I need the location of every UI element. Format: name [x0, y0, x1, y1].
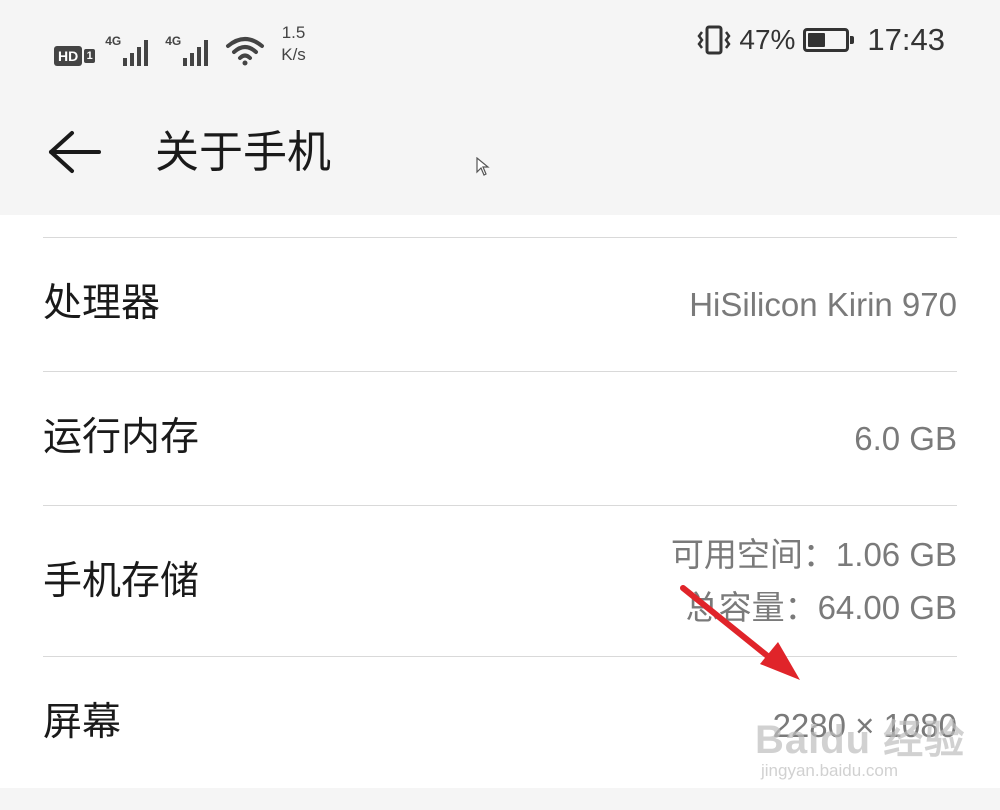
row-value-total: 总容量：64.00 GB	[685, 589, 957, 626]
speed-unit: K/s	[281, 45, 306, 64]
signal-bar	[130, 53, 135, 66]
row-label: 屏幕	[43, 700, 122, 745]
row-storage[interactable]: 手机存储 可用空间：1.06 GB 总容量：64.00 GB	[43, 506, 957, 656]
app-bar: 关于手机	[0, 85, 1000, 215]
signal-bar	[137, 47, 142, 66]
row-value: 6.0 GB	[854, 420, 957, 457]
row-ram[interactable]: 运行内存 6.0 GB	[43, 372, 957, 505]
watermark-url: jingyan.baidu.com	[761, 761, 899, 780]
hd-voice-icon: HD 1	[54, 46, 96, 66]
signal-bar	[183, 58, 188, 66]
back-button[interactable]	[44, 127, 104, 177]
wifi-icon	[226, 37, 265, 66]
row-label: 手机存储	[43, 559, 200, 604]
watermark: Baidu 经验 jingyan.baidu.com	[755, 720, 965, 782]
network-type-2: 4G	[165, 34, 182, 48]
speed-value: 1.5	[281, 23, 306, 42]
hd-sim-number: 1	[84, 49, 96, 63]
mouse-cursor-icon	[476, 157, 490, 176]
network-speed: 1.5 K/s	[281, 22, 306, 66]
row-processor[interactable]: 处理器 HiSilicon Kirin 970	[43, 238, 957, 371]
signal-bar	[123, 58, 128, 66]
status-left: HD 1 4G 4G 1.5 K/s	[54, 22, 306, 66]
row-label: 运行内存	[43, 415, 200, 460]
signal-icon: 4G	[105, 34, 155, 66]
watermark-brand: Baidu 经验	[755, 718, 966, 762]
status-right: 47% 17:43	[697, 22, 945, 58]
signal-bar	[197, 47, 202, 66]
signal-bar	[190, 53, 195, 66]
signal-bar	[144, 40, 149, 66]
network-type-1: 4G	[105, 34, 122, 48]
signal-bar	[204, 40, 209, 66]
vibrate-icon	[697, 25, 731, 55]
back-arrow-icon	[49, 131, 101, 173]
battery-fill	[808, 33, 826, 47]
battery-icon	[803, 28, 855, 52]
battery-percent: 47%	[739, 24, 796, 55]
status-time: 17:43	[867, 22, 945, 57]
row-label: 处理器	[43, 281, 161, 326]
page-title: 关于手机	[155, 127, 331, 178]
signal-icon: 4G	[165, 34, 215, 66]
about-phone-list: 处理器 HiSilicon Kirin 970 运行内存 6.0 GB 手机存储…	[0, 215, 1000, 788]
hd-label: HD	[54, 46, 83, 66]
status-bar: HD 1 4G 4G 1.5 K/s 47% 17:43	[0, 0, 1000, 85]
row-value-available: 可用空间：1.06 GB	[670, 536, 957, 573]
row-value: HiSilicon Kirin 970	[689, 286, 957, 323]
